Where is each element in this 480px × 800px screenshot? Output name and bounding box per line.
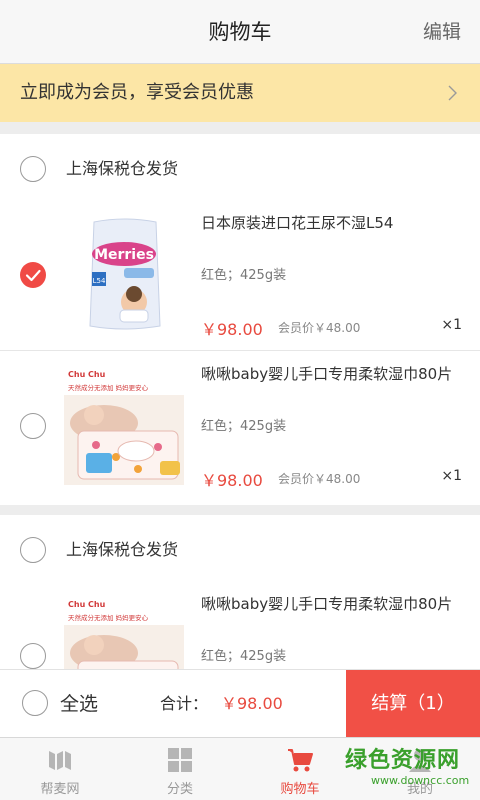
diaper-size-text: L54 xyxy=(93,277,106,285)
product-name[interactable]: 啾啾baby婴儿手口专用柔软湿巾80片 xyxy=(201,363,466,386)
product-price: ￥98.00 xyxy=(201,320,263,339)
wipes-label-text: 天然成分无添加 妈妈更安心 xyxy=(68,383,149,392)
item-checkbox[interactable] xyxy=(20,413,46,439)
product-name[interactable]: 啾啾baby婴儿手口专用柔软湿巾80片 xyxy=(201,593,466,616)
member-banner[interactable]: 立即成为会员，享受会员优惠 xyxy=(0,64,480,122)
site-watermark: 绿色资源网 www.downcc.com xyxy=(345,738,480,800)
product-name[interactable]: 日本原装进口花王尿不湿L54 xyxy=(201,212,466,235)
chevron-right-icon xyxy=(448,85,457,101)
cart-item[interactable]: Chu Chu 天然成分无添加 妈妈更安心 啾啾baby婴儿手口专用柔软湿巾80… xyxy=(0,350,480,500)
grid-icon xyxy=(168,748,192,772)
member-price: 会员价￥48.00 xyxy=(278,472,361,486)
select-all-checkbox[interactable] xyxy=(22,690,48,716)
store-group-header: 上海保税仓发货 xyxy=(0,134,480,204)
brand-icon xyxy=(49,751,71,770)
cart-icon xyxy=(288,749,313,772)
tab-cart[interactable]: 购物车 xyxy=(240,738,360,800)
diaper-brand-text: Merries xyxy=(94,247,154,263)
member-banner-text: 立即成为会员，享受会员优惠 xyxy=(20,82,254,103)
wipes-brand-text: Chu Chu xyxy=(68,600,106,609)
cart-item[interactable]: Chu Chu 天然成分无添加 妈妈更安心 啾啾baby婴儿手口专用柔软湿巾80… xyxy=(0,581,480,669)
member-price: 会员价￥48.00 xyxy=(278,321,361,335)
total-value: ￥98.00 xyxy=(221,694,283,713)
product-image-wipes[interactable]: Chu Chu 天然成分无添加 妈妈更安心 xyxy=(64,595,184,669)
store-name: 上海保税仓发货 xyxy=(66,159,179,178)
store-group: 上海保税仓发货 Chu Chu 天然成分无添加 妈妈更安心 啾啾baby婴儿手口… xyxy=(0,515,480,669)
item-checkbox-checked[interactable] xyxy=(20,262,46,288)
store-group-header: 上海保税仓发货 xyxy=(0,515,480,585)
product-image-wipes[interactable]: Chu Chu 天然成分无添加 妈妈更安心 xyxy=(64,365,184,485)
product-quantity: ×1 xyxy=(441,468,462,484)
watermark-url: www.downcc.com xyxy=(371,774,470,787)
wipes-label-text: 天然成分无添加 妈妈更安心 xyxy=(68,613,149,622)
product-spec: 红色；425g装 xyxy=(201,268,287,283)
select-all-label[interactable]: 全选 xyxy=(60,670,98,738)
product-image-diapers[interactable]: Merries L54 xyxy=(64,214,184,334)
watermark-title: 绿色资源网 xyxy=(345,748,461,773)
edit-button[interactable]: 编辑 xyxy=(423,0,461,64)
product-price: ￥98.00 xyxy=(201,471,263,490)
product-spec: 红色；425g装 xyxy=(201,649,287,664)
total-label: 合计： xyxy=(160,694,209,713)
tab-label: 购物车 xyxy=(280,782,320,797)
product-spec: 红色；425g装 xyxy=(201,419,287,434)
nav-header: 购物车 编辑 xyxy=(0,0,480,64)
store-name: 上海保税仓发货 xyxy=(66,540,179,559)
tab-category[interactable]: 分类 xyxy=(120,738,240,800)
product-quantity: ×1 xyxy=(441,317,462,333)
wipes-brand-text: Chu Chu xyxy=(68,370,106,379)
checkmark-icon xyxy=(25,269,41,282)
checkout-bar: 全选 合计： ￥98.00 结算（1） xyxy=(0,669,480,738)
tab-home[interactable]: 帮麦网 xyxy=(0,738,120,800)
tab-label: 分类 xyxy=(166,782,193,797)
tab-label: 帮麦网 xyxy=(40,782,80,797)
checkout-button[interactable]: 结算（1） xyxy=(346,670,480,738)
store-select-checkbox[interactable] xyxy=(20,537,46,563)
store-group: 上海保税仓发货 Merries L54 日本原装进口花王尿不湿L54 红色；42… xyxy=(0,134,480,505)
store-select-checkbox[interactable] xyxy=(20,156,46,182)
item-checkbox[interactable] xyxy=(20,643,46,669)
page-title: 购物车 xyxy=(208,20,272,44)
cart-item[interactable]: Merries L54 日本原装进口花王尿不湿L54 红色；425g装 ￥98.… xyxy=(0,200,480,350)
